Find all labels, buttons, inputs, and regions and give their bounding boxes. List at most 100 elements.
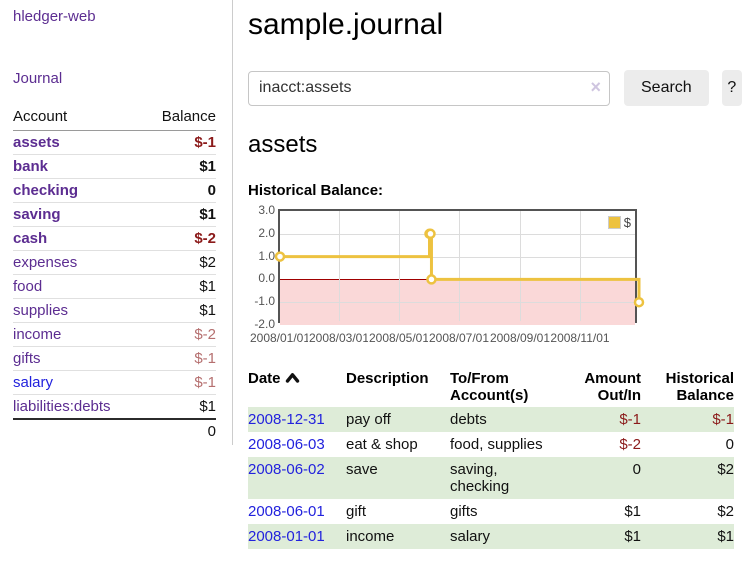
sort-ascending-icon — [285, 372, 300, 384]
transaction-accounts: saving, checking — [450, 457, 550, 499]
column-header-date[interactable]: Date — [248, 367, 346, 407]
main-panel: sample.journal × Search ? assets Histori… — [248, 0, 742, 549]
account-link-salary[interactable]: salary — [13, 374, 53, 391]
account-link-checking[interactable]: checking — [13, 182, 78, 199]
transaction-description: income — [346, 524, 450, 549]
account-balance: $-2 — [143, 227, 216, 251]
account-balance: $1 — [143, 395, 216, 420]
account-balance: $1 — [143, 275, 216, 299]
help-button[interactable]: ? — [722, 70, 742, 106]
account-row: liabilities:debts $1 — [13, 395, 216, 420]
transaction-date-link[interactable]: 2008-06-02 — [248, 461, 325, 478]
account-row: cash $-2 — [13, 227, 216, 251]
transaction-balance: 0 — [641, 432, 734, 457]
column-header-balance: Historical Balance — [641, 367, 734, 407]
clear-search-icon[interactable]: × — [590, 77, 601, 98]
column-header-accounts: To/From Account(s) — [450, 367, 550, 407]
register-row: 2008-06-03 eat & shop food, supplies $-2… — [248, 432, 734, 457]
transaction-description: save — [346, 457, 450, 499]
account-balance: $2 — [143, 251, 216, 275]
chart-xlab: 2008/07/01 — [428, 331, 490, 345]
account-balance: $1 — [143, 299, 216, 323]
account-link-liabilities-debts[interactable]: liabilities:debts — [13, 398, 111, 415]
transaction-balance: $2 — [641, 499, 734, 524]
chart-series-line — [280, 234, 639, 302]
account-row: income $-2 — [13, 323, 216, 347]
register-row: 2008-06-02 save saving, checking 0 $2 — [248, 457, 734, 499]
chart-ylab: -1.0 — [242, 294, 275, 308]
transaction-date-link[interactable]: 2008-06-01 — [248, 503, 325, 520]
search-input[interactable] — [248, 71, 610, 106]
page-title: sample.journal — [248, 8, 742, 42]
transaction-amount: $-2 — [550, 432, 641, 457]
register-row: 2008-12-31 pay off debts $-1 $-1 — [248, 407, 734, 432]
transaction-amount: $-1 — [550, 407, 641, 432]
transaction-balance: $1 — [641, 524, 734, 549]
search-button[interactable]: Search — [624, 70, 709, 106]
transaction-date-link[interactable]: 2008-06-03 — [248, 436, 325, 453]
account-link-income[interactable]: income — [13, 326, 61, 343]
search-form: × Search ? — [248, 70, 742, 106]
account-row: food $1 — [13, 275, 216, 299]
chart-plot: $ 3.02.01.00.0-1.0-2.02008/01/012008/03/… — [278, 209, 637, 323]
account-heading: assets — [248, 131, 742, 159]
transaction-date-link[interactable]: 2008-01-01 — [248, 528, 325, 545]
account-balance: $1 — [143, 203, 216, 227]
account-link-assets[interactable]: assets — [13, 134, 60, 151]
account-link-expenses[interactable]: expenses — [13, 254, 77, 271]
account-balance: $1 — [143, 155, 216, 179]
account-row: salary $-1 — [13, 371, 216, 395]
accounts-total-row: 0 — [13, 419, 216, 443]
sidebar-item-journal[interactable]: Journal — [13, 70, 218, 87]
register-header-row: Date Description To/From Account(s) Amou… — [248, 367, 734, 407]
account-balance: $-1 — [143, 371, 216, 395]
chart-data-point — [427, 275, 435, 283]
transaction-accounts: salary — [450, 524, 550, 549]
accounts-total: 0 — [143, 419, 216, 443]
transaction-amount: $1 — [550, 499, 641, 524]
account-link-saving[interactable]: saving — [13, 206, 61, 223]
account-link-food[interactable]: food — [13, 278, 42, 295]
chart-xlab: 2008/09/01 — [489, 331, 551, 345]
chart-xlab: 2008/03/01 — [308, 331, 370, 345]
accounts-header-account: Account — [13, 104, 143, 131]
chart-xlab: 2008/11/01 — [549, 331, 610, 345]
account-link-cash[interactable]: cash — [13, 230, 47, 247]
transaction-amount: $1 — [550, 524, 641, 549]
account-row: assets $-1 — [13, 131, 216, 155]
account-link-supplies[interactable]: supplies — [13, 302, 68, 319]
chart-ylab: 3.0 — [242, 203, 275, 217]
account-row: supplies $1 — [13, 299, 216, 323]
account-link-gifts[interactable]: gifts — [13, 350, 41, 367]
chart-series — [280, 211, 639, 325]
transaction-accounts: food, supplies — [450, 432, 550, 457]
account-row: saving $1 — [13, 203, 216, 227]
transaction-accounts: debts — [450, 407, 550, 432]
chart-ylab: 1.0 — [242, 249, 275, 263]
chart-data-point — [635, 298, 643, 306]
accounts-table: Account Balance assets $-1 bank $1 checkin… — [13, 104, 216, 443]
transaction-balance: $2 — [641, 457, 734, 499]
transaction-description: gift — [346, 499, 450, 524]
chart-xlab: 2008/01/01 — [249, 331, 311, 345]
chart-title: Historical Balance: — [248, 182, 742, 199]
sidebar: hledger-web Journal Account Balance asse… — [0, 0, 233, 445]
register-table: Date Description To/From Account(s) Amou… — [248, 367, 734, 549]
accounts-header-balance: Balance — [143, 104, 216, 131]
register-row: 2008-06-01 gift gifts $1 $2 — [248, 499, 734, 524]
account-link-bank[interactable]: bank — [13, 158, 48, 175]
historical-balance-chart: $ 3.02.01.00.0-1.0-2.02008/01/012008/03/… — [248, 207, 742, 353]
chart-ylab: 2.0 — [242, 226, 275, 240]
transaction-accounts: gifts — [450, 499, 550, 524]
register-row: 2008-01-01 income salary $1 $1 — [248, 524, 734, 549]
transaction-date-link[interactable]: 2008-12-31 — [248, 411, 325, 428]
account-balance: $-2 — [143, 323, 216, 347]
brand-link[interactable]: hledger-web — [13, 8, 218, 25]
chart-xlab: 2008/05/01 — [368, 331, 430, 345]
transaction-description: eat & shop — [346, 432, 450, 457]
accounts-header-row: Account Balance — [13, 104, 216, 131]
account-row: bank $1 — [13, 155, 216, 179]
account-balance: $-1 — [143, 347, 216, 371]
account-balance: $-1 — [143, 131, 216, 155]
transaction-amount: 0 — [550, 457, 641, 499]
